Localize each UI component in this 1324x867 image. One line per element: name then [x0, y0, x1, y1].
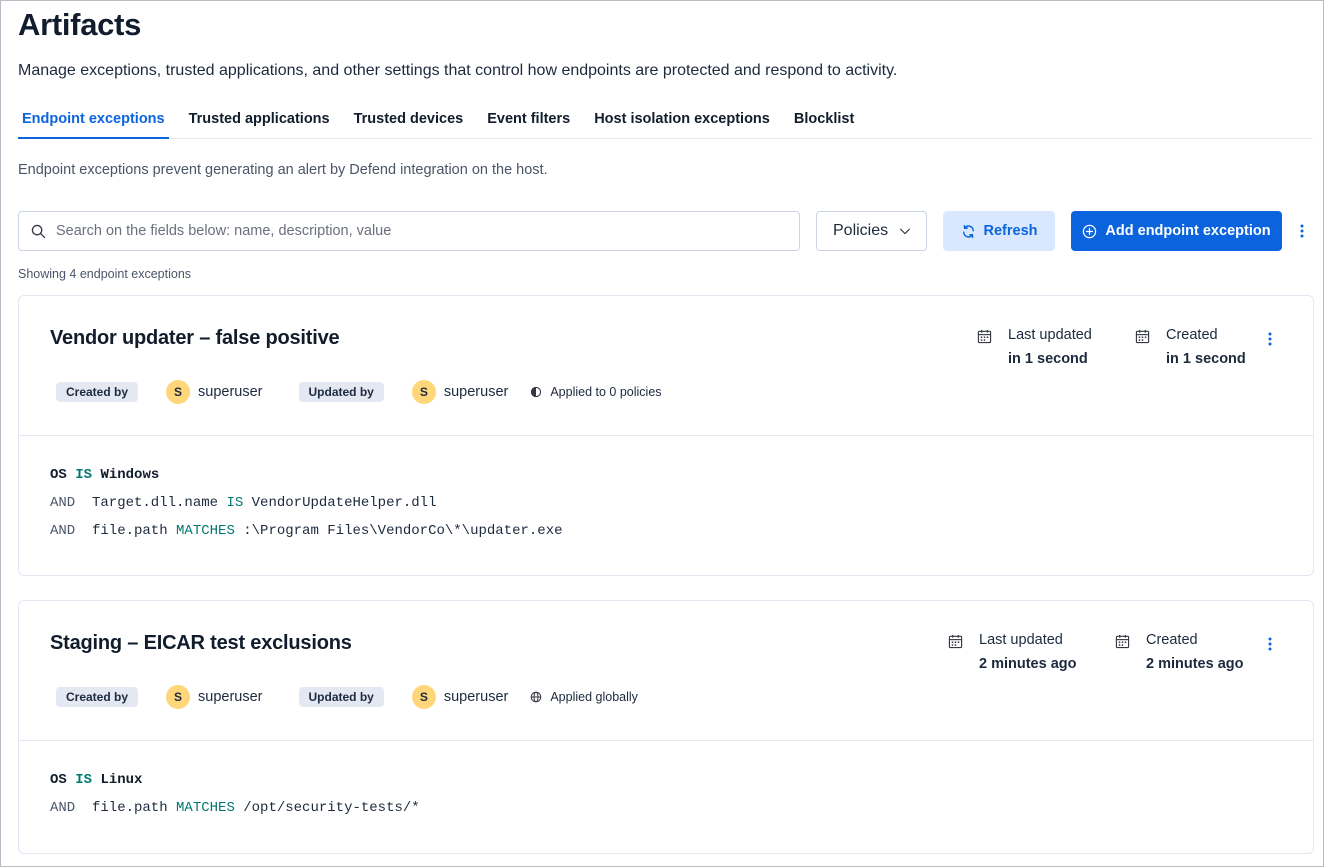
card-title: Vendor updater – false positive [50, 327, 340, 349]
exception-card: Staging – EICAR test exclusions Last upd… [18, 600, 1314, 854]
condition-value: /opt/security-tests/* [243, 800, 420, 816]
card-actions-menu-button[interactable] [1263, 329, 1277, 349]
kebab-icon [1268, 637, 1272, 651]
policies-filter-button[interactable]: Policies [816, 211, 927, 251]
operator: IS [75, 772, 93, 788]
updated-by-badge: Updated by [298, 687, 384, 707]
created-by-user: superuser [198, 384, 263, 400]
exception-card: Vendor updater – false positive Last upd… [18, 295, 1314, 576]
tab-endpoint-exceptions[interactable]: Endpoint exceptions [18, 107, 169, 139]
condition-value: :\Program Files\VendorCo\*\updater.exe [243, 523, 563, 539]
add-endpoint-exception-label: Add endpoint exception [1105, 223, 1271, 239]
tab-event-filters[interactable]: Event filters [483, 107, 574, 139]
chevron-down-icon [900, 228, 910, 235]
condition-line: AND file.path MATCHES :\Program Files\Ven… [50, 520, 1313, 548]
card-conditions: OS IS Windows AND Target.dll.name IS Vend… [19, 436, 1313, 548]
last-updated-label: Last updated [979, 632, 1063, 648]
policy-assignment: Applied globally [530, 690, 638, 704]
page-actions-menu-button[interactable] [1295, 221, 1309, 241]
card-header: Vendor updater – false positive Last upd… [19, 296, 1313, 436]
policy-assignment-text: Applied to 0 policies [550, 385, 662, 399]
created-label: Created [1146, 632, 1198, 648]
last-updated-label: Last updated [1008, 327, 1092, 343]
operator: MATCHES [176, 523, 235, 539]
card-title: Staging – EICAR test exclusions [50, 632, 352, 654]
created-by-badge: Created by [56, 687, 139, 707]
calendar-icon [1135, 329, 1150, 344]
artifact-tabs: Endpoint exceptions Trusted applications… [18, 107, 1313, 139]
updated-by-user: superuser [443, 384, 509, 400]
app-frame: Artifacts Manage exceptions, trusted app… [0, 0, 1324, 867]
avatar: S [411, 380, 436, 404]
calendar-icon [977, 329, 992, 344]
tab-description: Endpoint exceptions prevent generating a… [18, 162, 548, 178]
refresh-icon [962, 224, 974, 238]
results-count: Showing 4 endpoint exceptions [18, 267, 192, 281]
tab-host-isolation-exceptions[interactable]: Host isolation exceptions [590, 107, 774, 139]
condition-line: AND file.path MATCHES /opt/security-tests… [50, 797, 1313, 825]
card-authors-row: Created by S superuser Updated by S supe… [56, 380, 662, 404]
created-value: in 1 second [1166, 351, 1246, 367]
half-circle-icon [531, 386, 542, 398]
os-value: Linux [100, 772, 143, 788]
tab-trusted-devices[interactable]: Trusted devices [350, 107, 468, 139]
card-conditions: OS IS Linux AND file.path MATCHES /opt/se… [19, 741, 1313, 825]
card-authors-row: Created by S superuser Updated by S supe… [56, 685, 638, 709]
condition-os-line: OS IS Linux [50, 769, 1313, 797]
and-keyword: AND [50, 523, 76, 539]
avatar: S [166, 685, 191, 709]
created-label: Created [1166, 327, 1218, 343]
condition-os-line: OS IS Windows [50, 464, 1313, 492]
tab-trusted-applications[interactable]: Trusted applications [185, 107, 334, 139]
updated-by-user: superuser [443, 689, 509, 705]
os-label: OS [50, 467, 67, 483]
search-input[interactable] [56, 223, 756, 239]
avatar: S [411, 685, 436, 709]
created-by-user: superuser [198, 689, 263, 705]
policy-assignment-text: Applied globally [550, 690, 638, 704]
condition-value: VendorUpdateHelper.dll [251, 495, 437, 511]
refresh-label: Refresh [983, 223, 1038, 239]
created-value: 2 minutes ago [1146, 656, 1244, 672]
card-actions-menu-button[interactable] [1263, 634, 1277, 654]
calendar-icon [1115, 634, 1130, 649]
and-keyword: AND [50, 495, 76, 511]
policies-label: Policies [833, 222, 889, 239]
and-keyword: AND [50, 800, 76, 816]
refresh-button[interactable]: Refresh [943, 211, 1055, 251]
page-title: Artifacts [18, 7, 142, 42]
policy-assignment: Applied to 0 policies [530, 385, 662, 399]
updated-by-badge: Updated by [298, 382, 384, 402]
calendar-icon [948, 634, 963, 649]
os-value: Windows [100, 467, 160, 483]
plus-circle-icon [1083, 224, 1097, 238]
kebab-icon [1268, 332, 1272, 346]
os-label: OS [50, 772, 67, 788]
globe-icon [531, 691, 542, 703]
kebab-icon [1300, 224, 1304, 238]
avatar: S [166, 380, 191, 404]
condition-field: file.path [92, 800, 168, 816]
condition-field: Target.dll.name [92, 495, 219, 511]
operator: MATCHES [176, 800, 235, 816]
tab-blocklist[interactable]: Blocklist [790, 107, 858, 139]
last-updated-value: 2 minutes ago [979, 656, 1077, 672]
last-updated-value: in 1 second [1008, 351, 1088, 367]
card-header: Staging – EICAR test exclusions Last upd… [19, 601, 1313, 741]
operator: IS [226, 495, 244, 511]
condition-line: AND Target.dll.name IS VendorUpdateHelper… [50, 492, 1313, 520]
condition-field: file.path [92, 523, 168, 539]
page-subtitle: Manage exceptions, trusted applications,… [18, 62, 898, 79]
add-endpoint-exception-button[interactable]: Add endpoint exception [1071, 211, 1282, 251]
search-box[interactable] [18, 211, 800, 251]
operator: IS [75, 467, 93, 483]
search-icon [31, 224, 46, 238]
created-by-badge: Created by [56, 382, 139, 402]
